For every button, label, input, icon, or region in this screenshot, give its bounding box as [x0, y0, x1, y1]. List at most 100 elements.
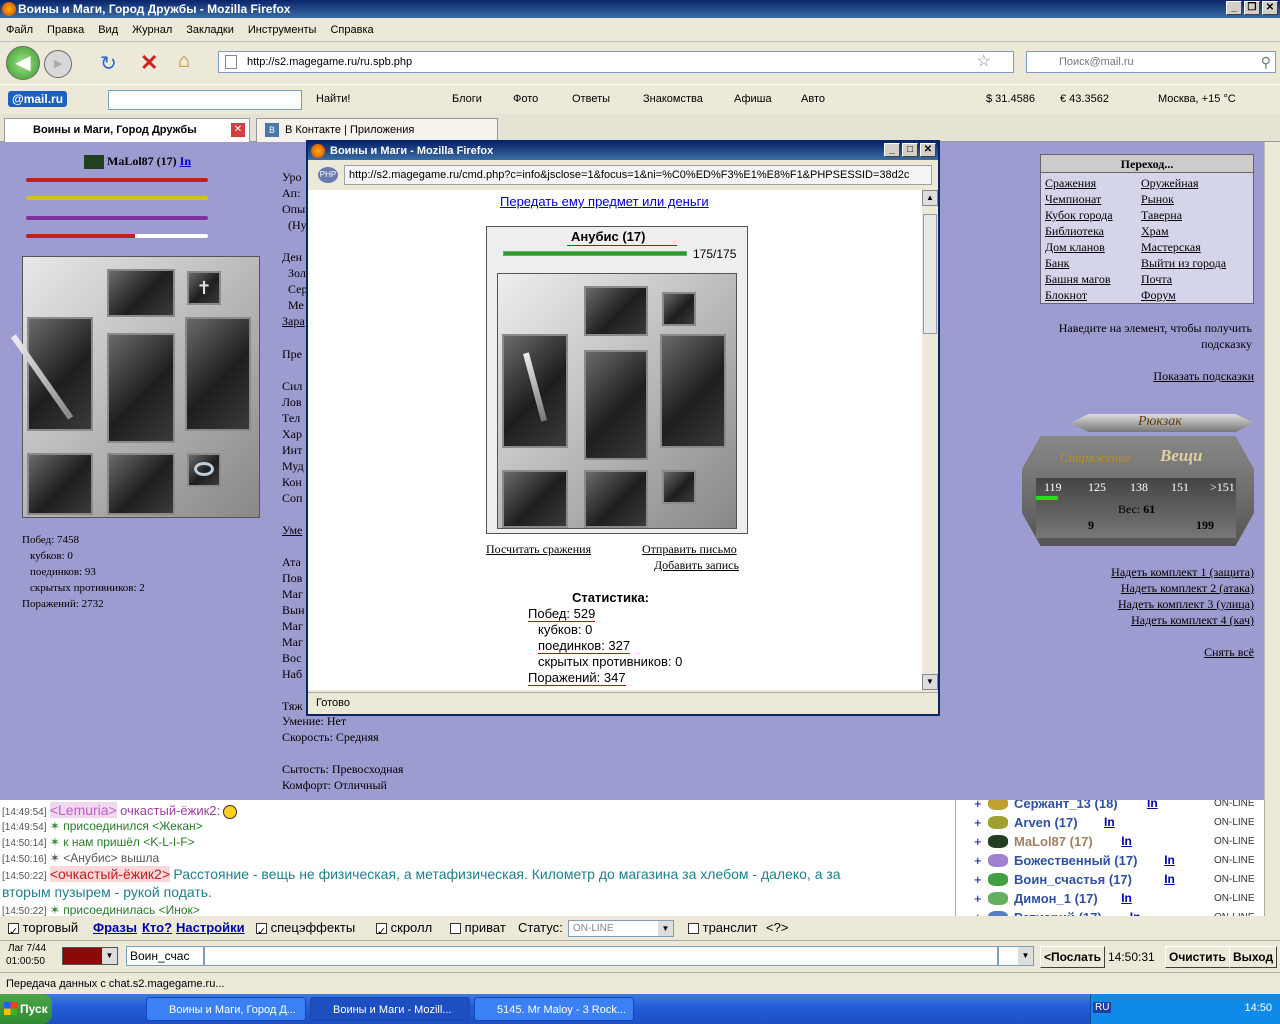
find-button[interactable]: Найти!: [316, 93, 350, 105]
level-138[interactable]: 138: [1130, 480, 1148, 495]
send-letter-link[interactable]: Отправить письмо: [642, 542, 737, 557]
who-link[interactable]: Кто?: [142, 916, 172, 940]
slot-shield[interactable]: [185, 317, 251, 431]
taskbar-item-popup[interactable]: Воины и Маги - Mozill...: [310, 997, 470, 1021]
online-user-info-link[interactable]: In: [1121, 832, 1132, 851]
nav-link-clan-house[interactable]: Дом кланов: [1045, 239, 1141, 255]
online-scrollbar[interactable]: [1264, 800, 1280, 916]
clear-button[interactable]: Очистить: [1165, 946, 1230, 968]
start-button[interactable]: Пуск: [0, 994, 52, 1024]
menu-view[interactable]: Вид: [98, 24, 118, 36]
nav-link-armory[interactable]: Оружейная: [1141, 175, 1251, 191]
restore-button[interactable]: ❐: [1244, 1, 1260, 15]
tab-vkontakte[interactable]: B В Контакте | Приложения: [256, 118, 498, 142]
popup-scrollbar[interactable]: ▲ ▼: [922, 190, 938, 690]
wear-set-1-link[interactable]: Надеть комплект 1 (защита): [1040, 564, 1254, 580]
reload-icon[interactable]: ↻: [100, 51, 117, 76]
online-user-name[interactable]: Ретиарий (17): [1014, 908, 1102, 916]
afisha-link[interactable]: Афиша: [734, 93, 772, 105]
color-select[interactable]: ▼: [62, 947, 118, 965]
popup-maximize-button[interactable]: □: [902, 143, 918, 157]
slot-boots[interactable]: [107, 453, 175, 515]
menu-bookmarks[interactable]: Закладки: [186, 24, 234, 36]
url-input[interactable]: http://s2.magegame.ru/ru.spb.php ☆: [218, 51, 1014, 73]
tab-game[interactable]: Воины и Маги, Город Дружбы ✕: [4, 118, 250, 142]
expand-icon[interactable]: +: [974, 870, 982, 889]
online-user-info-link[interactable]: In: [1164, 851, 1175, 870]
menu-tools[interactable]: Инструменты: [248, 24, 317, 36]
nav-link-mail[interactable]: Почта: [1141, 271, 1251, 287]
opp-slot-boots[interactable]: [584, 470, 648, 528]
count-fights-link[interactable]: Посчитать сражения: [486, 542, 591, 557]
nav-link-notepad[interactable]: Блокнот: [1045, 287, 1141, 303]
private-checkbox[interactable]: приват: [450, 916, 506, 940]
forward-button[interactable]: ▶: [44, 50, 72, 78]
opp-slot-body[interactable]: [584, 350, 648, 460]
language-indicator[interactable]: RU: [1093, 1002, 1112, 1013]
player-info-link[interactable]: In: [180, 154, 191, 168]
nav-link-market[interactable]: Рынок: [1141, 191, 1251, 207]
effects-checkbox[interactable]: спецэффекты: [256, 916, 355, 944]
level-151[interactable]: 151: [1171, 480, 1189, 495]
settings-link[interactable]: Настройки: [176, 916, 245, 940]
home-icon[interactable]: ⌂: [178, 50, 190, 73]
level-125[interactable]: 125: [1088, 480, 1106, 495]
help-link[interactable]: <?>: [766, 916, 788, 940]
menu-edit[interactable]: Правка: [47, 24, 84, 36]
online-user-info-link[interactable]: In: [1104, 813, 1115, 832]
weather[interactable]: Москва, +15 °C: [1158, 93, 1236, 105]
auto-link[interactable]: Авто: [801, 93, 825, 105]
nav-link-temple[interactable]: Храм: [1141, 223, 1251, 239]
stop-icon[interactable]: ✕: [140, 50, 158, 76]
smiley-select[interactable]: ▼: [998, 946, 1034, 966]
nav-link-city-cup[interactable]: Кубок города: [1045, 207, 1141, 223]
level-over-151[interactable]: >151: [1210, 480, 1235, 495]
page-scrollbar[interactable]: [1264, 142, 1280, 800]
online-user-info-link[interactable]: In: [1121, 889, 1132, 908]
scroll-checkbox[interactable]: скролл: [376, 916, 432, 944]
nav-link-mage-tower[interactable]: Башня магов: [1045, 271, 1141, 287]
bookmark-star-icon[interactable]: ☆: [977, 52, 991, 72]
nick-field[interactable]: Воин_счас: [126, 946, 204, 966]
transfer-link[interactable]: Передать ему предмет или деньги: [500, 194, 709, 209]
slot-weapon[interactable]: [10, 317, 93, 431]
usd-rate[interactable]: $ 31.4586: [986, 93, 1035, 105]
blogs-link[interactable]: Блоги: [452, 93, 482, 105]
status-select[interactable]: ON-LINE ▼: [568, 920, 674, 937]
wear-set-4-link[interactable]: Надеть комплект 4 (кач): [1040, 612, 1254, 628]
expand-icon[interactable]: +: [974, 851, 982, 870]
mailru-logo[interactable]: @mail.ru: [8, 91, 68, 107]
popup-close-button[interactable]: ✕: [920, 143, 936, 157]
menu-help[interactable]: Справка: [330, 24, 373, 36]
expand-icon[interactable]: +: [974, 908, 982, 916]
online-user-name[interactable]: Сержант_13 (18): [1014, 800, 1118, 813]
expand-icon[interactable]: +: [974, 832, 982, 851]
translit-checkbox[interactable]: транслит: [688, 916, 758, 940]
wear-set-3-link[interactable]: Надеть комплект 3 (улица): [1040, 596, 1254, 612]
nav-link-bank[interactable]: Банк: [1045, 255, 1141, 271]
close-tab-icon[interactable]: ✕: [231, 123, 245, 137]
phrases-link[interactable]: Фразы: [93, 916, 137, 940]
nav-link-workshop[interactable]: Мастерская: [1141, 239, 1251, 255]
slot-body[interactable]: [107, 333, 175, 443]
opp-slot-shield[interactable]: [660, 334, 726, 448]
nav-link-library[interactable]: Библиотека: [1045, 223, 1141, 239]
trade-checkbox[interactable]: торговый: [8, 916, 78, 944]
nav-link-forum[interactable]: Форум: [1141, 287, 1251, 303]
wear-set-2-link[interactable]: Надеть комплект 2 (атака): [1040, 580, 1254, 596]
online-user-row[interactable]: + Ретиарий (17) In ON-LINE: [956, 908, 1280, 916]
opp-slot-legs[interactable]: [502, 470, 568, 528]
online-user-info-link[interactable]: In: [1164, 870, 1175, 889]
remove-all-link[interactable]: Снять всё: [1040, 644, 1254, 660]
menu-file[interactable]: Файл: [6, 24, 33, 36]
search-icon[interactable]: ⚲: [1261, 52, 1271, 72]
slot-ring[interactable]: [187, 453, 221, 487]
taskbar-item-audio[interactable]: 5145. Mr Maloy - 3 Rock...: [474, 997, 634, 1021]
mail-search-input[interactable]: [108, 90, 302, 110]
opp-slot-amulet[interactable]: [662, 292, 696, 326]
opp-slot-ring[interactable]: [662, 470, 696, 504]
slot-amulet[interactable]: ✝: [187, 271, 221, 305]
popup-url[interactable]: http://s2.magegame.ru/cmd.php?c=info&jsc…: [344, 165, 932, 185]
online-user-info-link[interactable]: In: [1130, 908, 1141, 916]
level-119[interactable]: 119: [1044, 480, 1062, 495]
